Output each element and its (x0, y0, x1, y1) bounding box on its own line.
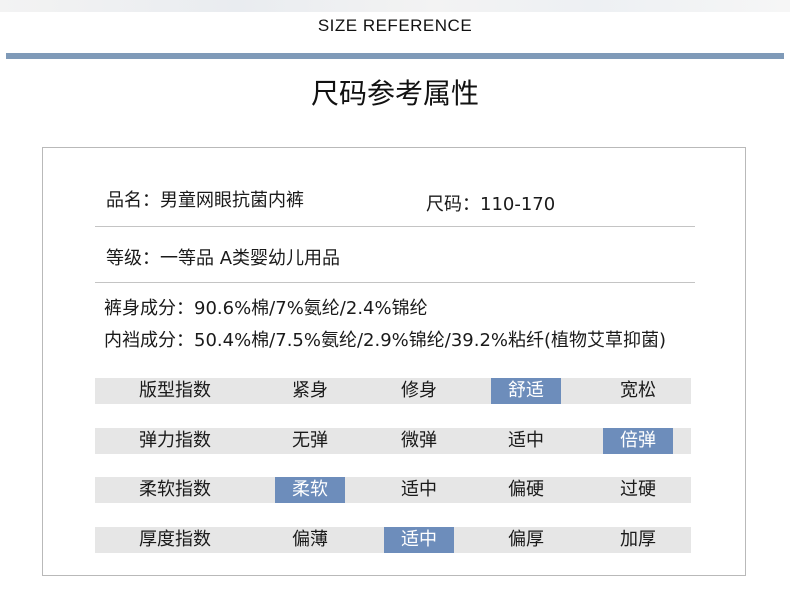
size-reference-heading: SIZE REFERENCE (317, 16, 473, 35)
thickness-index-label: 厚度指数 (139, 529, 211, 550)
elasticity-index-row: 弹力指数 无弹 微弹 适中 倍弹 (95, 428, 691, 454)
softness-option: 偏硬 (508, 479, 544, 500)
thickness-option: 加厚 (620, 529, 656, 550)
softness-option: 柔软 (275, 477, 345, 503)
fit-option: 舒适 (491, 378, 561, 404)
thickness-option: 适中 (384, 527, 454, 553)
top-banner-strip (0, 0, 790, 12)
accent-divider (6, 53, 784, 59)
softness-index-row: 柔软指数 柔软 适中 偏硬 过硬 (95, 477, 691, 503)
product-grade: 等级：一等品 A类婴幼儿用品 (106, 248, 341, 269)
elasticity-option: 微弹 (401, 430, 437, 451)
softness-option: 过硬 (620, 479, 656, 500)
crotch-material: 内裆成分：50.4%棉/7.5%氨纶/2.9%锦纶/39.2%粘纤(植物艾草抑菌… (104, 330, 667, 351)
softness-index-label: 柔软指数 (139, 479, 211, 500)
fit-option: 修身 (401, 380, 437, 401)
elasticity-option: 倍弹 (603, 428, 673, 454)
section-title: 尺码参考属性 (310, 77, 479, 110)
elasticity-option: 适中 (508, 430, 544, 451)
product-name: 品名：男童网眼抗菌内裤 (106, 190, 304, 211)
softness-option: 适中 (401, 479, 437, 500)
fit-index-label: 版型指数 (139, 380, 211, 401)
pants-material: 裤身成分：90.6%棉/7%氨纶/2.4%锦纶 (104, 298, 428, 319)
elasticity-option: 无弹 (292, 430, 328, 451)
product-size: 尺码：110-170 (426, 194, 556, 215)
divider (95, 226, 695, 227)
elasticity-index-label: 弹力指数 (139, 430, 211, 451)
divider (95, 282, 695, 283)
thickness-option: 偏薄 (292, 529, 328, 550)
fit-option: 紧身 (292, 380, 328, 401)
thickness-option: 偏厚 (508, 529, 544, 550)
thickness-index-row: 厚度指数 偏薄 适中 偏厚 加厚 (95, 527, 691, 553)
fit-index-row: 版型指数 紧身 修身 舒适 宽松 (95, 378, 691, 404)
fit-option: 宽松 (620, 380, 656, 401)
